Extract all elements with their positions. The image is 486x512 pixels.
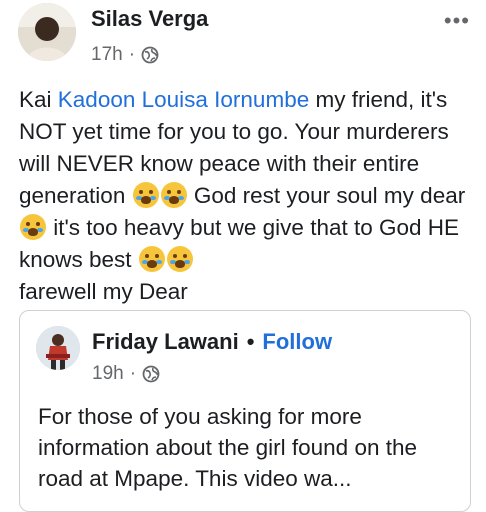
globe-icon[interactable] [142, 365, 160, 383]
shared-author-name[interactable]: Friday Lawani [92, 329, 239, 354]
meta-dot: · [128, 44, 136, 65]
shared-post-meta: 19h · [92, 363, 160, 385]
post-text-part3: it's too heavy but we give that to God H… [19, 215, 460, 272]
more-options-icon[interactable]: ••• [444, 8, 470, 34]
shared-post-time[interactable]: 19h [92, 363, 124, 385]
shared-post-card[interactable]: Friday Lawani • Follow 19h · For those of … [19, 310, 471, 512]
crying-face-emoji [132, 182, 159, 208]
shared-post-text[interactable]: For those of you asking for more informa… [38, 401, 458, 494]
mention-link[interactable]: Kadoon Louisa Iornumbe [58, 87, 309, 112]
post-text-prefix: Kai [19, 87, 58, 112]
author-avatar[interactable] [18, 3, 76, 61]
shared-author-line: Friday Lawani • Follow [92, 329, 332, 355]
crying-face-emoji [166, 246, 193, 272]
post-text-part4: farewell my Dear [19, 279, 188, 304]
post-meta: 17h · [91, 44, 159, 66]
meta-dot: · [129, 363, 137, 384]
author-name[interactable]: Silas Verga [91, 6, 208, 32]
post-text: Kai Kadoon Louisa Iornumbe my friend, it… [19, 84, 474, 308]
separator-dot: • [246, 329, 255, 354]
crying-face-emoji [20, 214, 46, 240]
globe-icon[interactable] [141, 46, 159, 64]
crying-face-emoji [138, 246, 165, 272]
shared-author-avatar[interactable] [36, 326, 80, 370]
follow-button[interactable]: Follow [262, 329, 332, 354]
crying-face-emoji [160, 182, 187, 208]
post-text-part2: God rest your soul my dear [187, 183, 466, 208]
post-time[interactable]: 17h [91, 44, 123, 66]
